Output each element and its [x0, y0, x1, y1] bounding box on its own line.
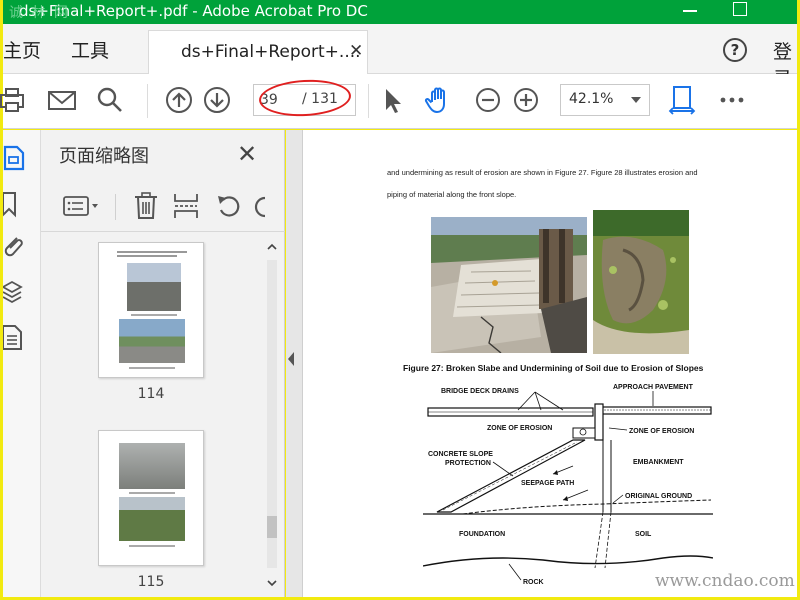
- diagram-label: ORIGINAL GROUND: [625, 493, 692, 500]
- page-thumbnail[interactable]: [98, 430, 204, 566]
- chevron-up-icon[interactable]: [267, 242, 277, 252]
- collapse-panel-icon[interactable]: [286, 350, 296, 368]
- select-arrow-icon[interactable]: [377, 85, 407, 115]
- diagram-label: ZONE OF EROSION: [487, 425, 552, 432]
- options-menu-icon[interactable]: [63, 194, 101, 218]
- search-icon[interactable]: [95, 85, 125, 115]
- diagram-label: APPROACH PAVEMENT: [613, 384, 694, 391]
- thumbnail-photo: [119, 497, 185, 541]
- delete-icon[interactable]: [133, 192, 159, 220]
- figure-caption: Figure 27: Broken Slabe and Undermining …: [403, 363, 704, 373]
- window-title-bar: ds+Final+Report+.pdf - Adobe Acrobat Pro…: [3, 0, 797, 24]
- page-number-input[interactable]: [260, 90, 290, 110]
- rotate-left-icon[interactable]: [215, 192, 243, 220]
- panel-title: 页面缩略图: [59, 146, 149, 167]
- thumbnail-scrollbar[interactable]: [263, 236, 281, 596]
- diagram-label: EMBANKMENT: [633, 459, 684, 466]
- diagram-label: ZONE OF EROSION: [629, 428, 694, 435]
- site-watermark: www.cndao.com: [655, 571, 795, 591]
- diagram-label: PROTECTION: [445, 460, 491, 467]
- close-tab-icon[interactable]: ✕: [349, 41, 363, 61]
- zoom-select[interactable]: 42.1%: [560, 84, 650, 116]
- toolbar-separator: [368, 84, 369, 118]
- diagram-label: BRIDGE DECK DRAINS: [441, 388, 519, 395]
- page-number-box: / 131: [253, 84, 356, 116]
- page-thumbnail[interactable]: [98, 242, 204, 378]
- close-panel-icon[interactable]: ✕: [237, 140, 257, 168]
- hand-icon[interactable]: [424, 85, 454, 115]
- total-pages: / 131: [302, 91, 338, 107]
- diagram-label: FOUNDATION: [459, 531, 505, 538]
- insert-page-icon[interactable]: [173, 192, 199, 220]
- rotate-right-icon[interactable]: [253, 192, 267, 220]
- page-thumbnails-icon[interactable]: [3, 144, 29, 172]
- email-icon[interactable]: [47, 85, 77, 115]
- thumbnail-page-number: 114: [137, 386, 165, 402]
- page-down-icon[interactable]: [202, 85, 232, 115]
- attachment-icon[interactable]: [3, 232, 29, 260]
- diagram-label: SOIL: [635, 531, 652, 538]
- zoom-out-icon[interactable]: [473, 85, 503, 115]
- document-tab-label: ds+Final+Report+....: [181, 42, 361, 62]
- pdf-page: and undermining as result of erosion are…: [302, 130, 797, 597]
- erosion-diagram: BRIDGE DECK DRAINS APPROACH PAVEMENT ZON…: [423, 384, 713, 586]
- body-text-line: piping of material along the front slope…: [387, 190, 517, 199]
- layers-icon[interactable]: [3, 278, 29, 306]
- thumbnail-photo: [119, 443, 185, 489]
- main-toolbar: / 131 42.1%: [0, 74, 797, 129]
- body-text-line: and undermining as result of erosion are…: [387, 168, 698, 177]
- help-icon[interactable]: ?: [723, 38, 747, 62]
- minimize-button[interactable]: [683, 10, 697, 12]
- diagram-label: CONCRETE SLOPE: [428, 451, 493, 458]
- tab-tools[interactable]: 工具: [71, 36, 109, 63]
- scrollbar-thumb[interactable]: [267, 516, 277, 538]
- window-title: ds+Final+Report+.pdf - Adobe Acrobat Pro…: [19, 2, 368, 20]
- zoom-in-icon[interactable]: [511, 85, 541, 115]
- thumbnail-toolbar: [41, 182, 285, 232]
- page-thumbnails-panel: 页面缩略图 ✕ 114 115: [41, 130, 285, 597]
- more-icon[interactable]: [717, 85, 747, 115]
- document-tab[interactable]: ds+Final+Report+.... ✕: [148, 30, 368, 74]
- thumbnail-list: 114 115: [41, 236, 263, 596]
- thumbnail-photo: [127, 263, 181, 311]
- document-view[interactable]: and undermining as result of erosion are…: [286, 130, 797, 597]
- toolbar-separator: [115, 194, 116, 220]
- document-properties-icon[interactable]: [3, 323, 29, 351]
- photo-broken-slab: [431, 217, 587, 353]
- thumbnail-page-number: 115: [137, 574, 165, 590]
- chevron-down-icon[interactable]: [267, 578, 277, 588]
- page-up-icon[interactable]: [164, 85, 194, 115]
- corner-watermark: 诚 林 网: [9, 5, 70, 21]
- left-navigation-rail: [3, 130, 41, 597]
- tab-bar: 主页 工具 ds+Final+Report+.... ✕ ? 登录: [3, 24, 797, 90]
- maximize-button[interactable]: [733, 2, 747, 16]
- bookmark-icon[interactable]: [3, 190, 29, 218]
- chevron-down-icon: [631, 97, 641, 103]
- photo-eroded-slope: [593, 210, 689, 354]
- zoom-value: 42.1%: [569, 91, 614, 107]
- fit-page-icon[interactable]: [667, 85, 697, 115]
- diagram-label: ROCK: [523, 579, 544, 586]
- thumbnail-photo: [119, 319, 185, 363]
- toolbar-separator: [147, 84, 148, 118]
- print-icon[interactable]: [0, 85, 29, 115]
- diagram-label: SEEPAGE PATH: [521, 480, 574, 487]
- tab-home[interactable]: 主页: [3, 36, 41, 63]
